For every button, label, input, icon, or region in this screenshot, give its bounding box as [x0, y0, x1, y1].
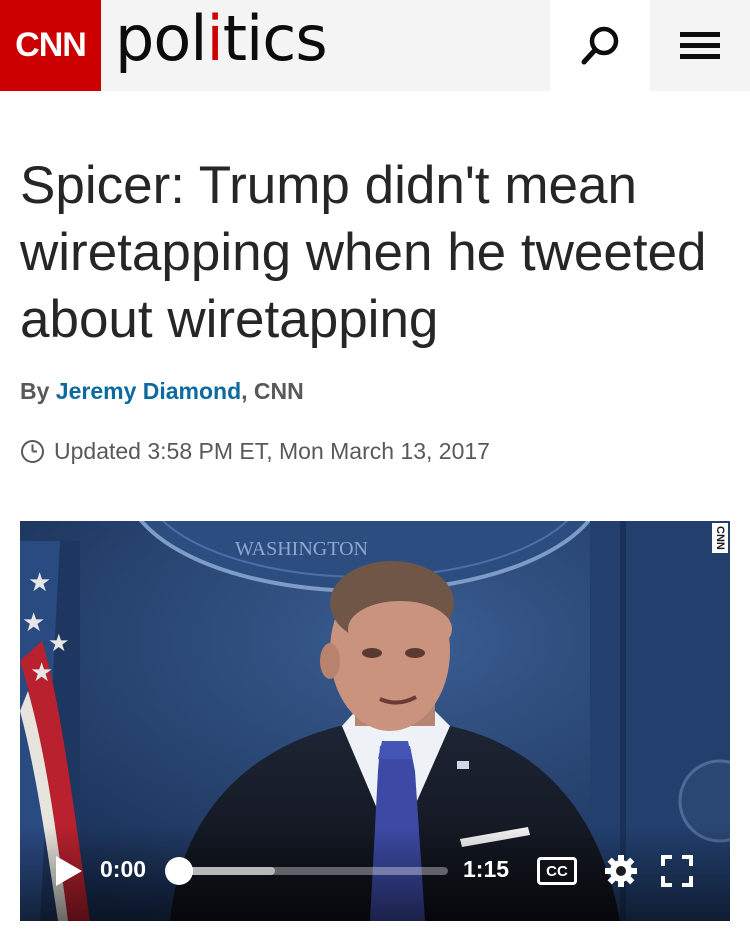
duration: 1:15: [463, 856, 510, 882]
byline: By Jeremy Diamond, CNN: [20, 378, 304, 405]
svg-text:★: ★: [22, 607, 45, 637]
search-icon: [581, 26, 619, 64]
author-link[interactable]: Jeremy Diamond: [56, 378, 241, 404]
progress-bar[interactable]: [178, 867, 448, 875]
svg-text:★: ★: [28, 567, 51, 597]
cnn-logo[interactable]: CNN: [0, 0, 101, 91]
site-header: CNN politics: [0, 0, 750, 91]
search-button[interactable]: [550, 0, 650, 91]
section-suffix: tics: [222, 2, 328, 75]
play-icon[interactable]: [54, 854, 84, 888]
clock-icon: [21, 440, 44, 463]
byline-prefix: By: [20, 378, 50, 404]
article-headline: Spicer: Trump didn't mean wiretapping wh…: [20, 156, 707, 349]
svg-text:★: ★: [30, 657, 53, 687]
hamburger-menu-icon: [680, 31, 720, 59]
logo-text: CNN: [15, 26, 87, 64]
fullscreen-icon[interactable]: [661, 855, 693, 887]
closed-captions-button[interactable]: CC: [537, 857, 577, 885]
video-watermark: CNN: [714, 526, 726, 550]
menu-button[interactable]: [650, 0, 750, 91]
current-time: 0:00: [100, 856, 147, 882]
backdrop-text: WASHINGTON: [235, 538, 368, 560]
updated-timestamp: Updated 3:58 PM ET, Mon March 13, 2017: [20, 438, 490, 465]
updated-text: Updated 3:58 PM ET, Mon March 13, 2017: [54, 438, 490, 464]
byline-outlet: , CNN: [241, 378, 304, 404]
video-player[interactable]: WASHINGTON CNN ★ ★ ★ ★ 0:00 1:15 CC: [20, 521, 730, 921]
svg-text:★: ★: [48, 630, 70, 657]
settings-gear-icon[interactable]: [603, 853, 639, 889]
section-title[interactable]: politics: [115, 2, 328, 75]
section-prefix: pol: [115, 2, 208, 75]
cc-label: CC: [546, 862, 568, 880]
section-i: i: [206, 2, 224, 75]
progress-knob[interactable]: [165, 857, 193, 885]
